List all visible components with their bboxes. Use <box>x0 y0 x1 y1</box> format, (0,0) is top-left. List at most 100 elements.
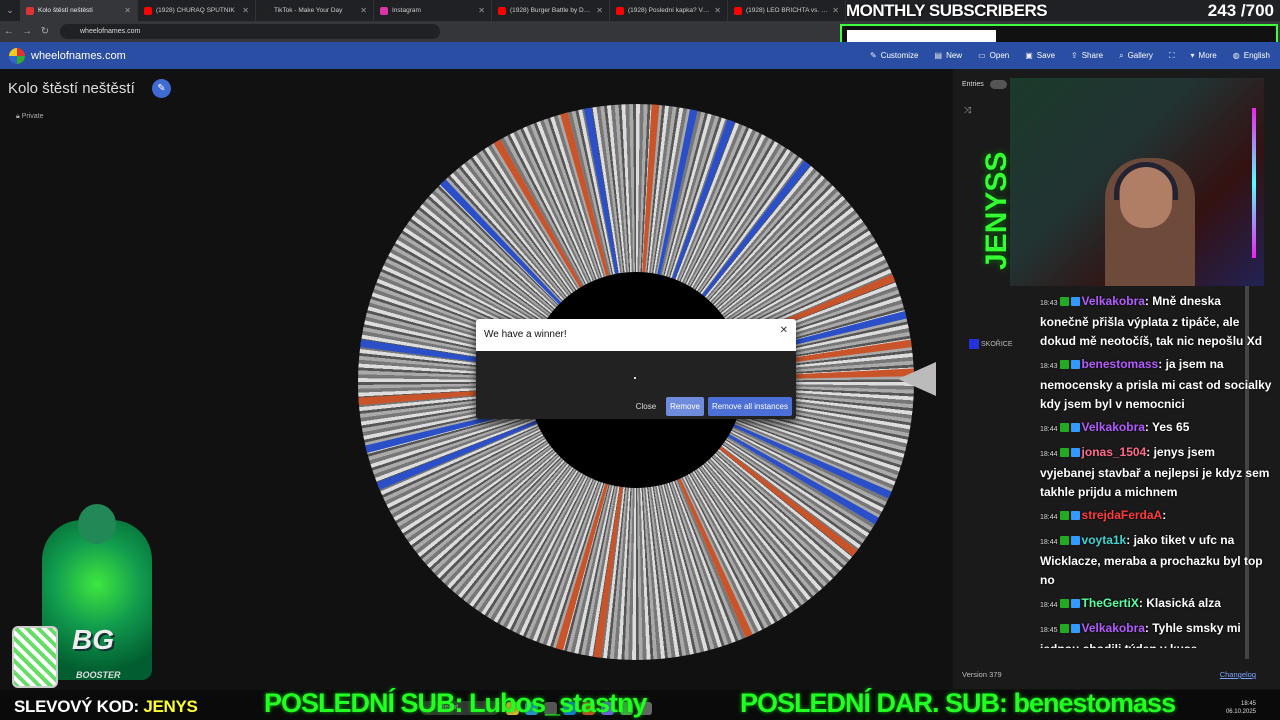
chat-time: 18:44 <box>1040 451 1058 458</box>
channel-logo-text: JENYSS <box>980 151 1013 270</box>
dialog-actions: Close Remove Remove all instances <box>630 397 792 416</box>
reload-icon[interactable]: ↻ <box>36 26 54 37</box>
menu-item-save[interactable]: ▣ Save <box>1025 51 1055 60</box>
menu-item-more[interactable]: ▾ More <box>1191 51 1217 60</box>
discount-code: JENYS <box>143 697 198 716</box>
chat-username[interactable]: Velkakobra <box>1082 294 1145 308</box>
browser-tab[interactable]: (1928) CHURAQ SPUTNIK ✕ <box>138 0 256 21</box>
tab-title: (1928) Poslední kapka? VEMOL <box>628 7 710 14</box>
chat-message: 18:44 jonas_1504: jenys jsem vyjebanej st… <box>1040 443 1272 502</box>
menu-item-label: Open <box>989 51 1010 60</box>
visibility-badge: 🔒︎ Private <box>16 113 43 121</box>
browser-tab[interactable]: (1928) Burger Battle by Dvouna ✕ <box>492 0 610 21</box>
shuffle-icon[interactable]: ⤨ <box>964 105 971 116</box>
tab-close-icon[interactable]: ✕ <box>242 6 249 15</box>
tab-favicon-icon <box>26 6 34 15</box>
badge-icon <box>1070 297 1080 306</box>
close-icon[interactable]: ✕ <box>780 325 788 336</box>
share-icon: ⇪ <box>1071 51 1078 60</box>
webcam-overlay <box>1010 78 1264 286</box>
tab-search-button[interactable]: ⌄ <box>0 0 20 21</box>
badge-icon <box>1059 624 1069 633</box>
tab-favicon-icon <box>144 6 152 15</box>
tab-favicon-icon <box>734 6 742 15</box>
menu-item-share[interactable]: ⇪ Share <box>1071 51 1103 60</box>
sponsor-mascot: BG BOOSTER <box>8 500 168 690</box>
badge-icon <box>1070 536 1080 545</box>
page-title: Kolo štěstí neštěstí <box>8 80 135 97</box>
subscriber-goal-fill <box>847 30 996 42</box>
browser-tab[interactable]: Instagram ✕ <box>374 0 492 21</box>
menu-item-label: English <box>1243 51 1270 60</box>
browser-tab[interactable]: (1928) LEO BRICHTA vs. JENYS✕ <box>728 0 846 21</box>
badge-icon <box>1059 448 1069 457</box>
screen: ⌄ Kolo štěstí neštěstí ✕ (1928) CHURAQ SPU… <box>0 0 1280 720</box>
menu-item-open[interactable]: ▭ Open <box>978 51 1009 60</box>
tab-close-icon[interactable]: ✕ <box>714 6 721 15</box>
badge-icon <box>1059 536 1069 545</box>
remove-button[interactable]: Remove <box>666 397 704 416</box>
visibility-label: Private <box>21 113 44 120</box>
channel-logo: JENYSS <box>972 80 1013 280</box>
version-label: Version 379 <box>962 670 1002 679</box>
close-button[interactable]: Close <box>630 399 662 414</box>
winner-text <box>634 377 636 379</box>
chat-username[interactable]: Velkakobra <box>1082 621 1145 635</box>
sponsor-logo: BG <box>72 624 114 655</box>
palette-icon: ✎ <box>870 51 877 60</box>
tab-close-icon[interactable]: ✕ <box>360 6 367 15</box>
subscriber-goal-count: 243 /700 <box>1208 1 1274 21</box>
supplement-jar <box>12 626 58 688</box>
tab-title: (1928) LEO BRICHTA vs. JENYS <box>746 7 829 14</box>
menu-item-gallery[interactable]: ⌕ Gallery <box>1119 51 1153 61</box>
tab-favicon-icon <box>616 6 624 15</box>
tab-close-icon[interactable]: ✕ <box>124 6 131 15</box>
tab-close-icon[interactable]: ✕ <box>832 6 839 15</box>
chat-username[interactable]: jonas_1504 <box>1082 445 1147 459</box>
chat-username[interactable]: voyta1k <box>1082 533 1127 547</box>
tab-close-icon[interactable]: ✕ <box>478 6 485 15</box>
menu-item-new[interactable]: ▤ New <box>935 51 963 60</box>
chat-message: 18:43 benestomass: ja jsem na nemocensky … <box>1040 355 1272 414</box>
tab-title: Kolo štěstí neštěstí <box>38 7 93 14</box>
chat-time: 18:43 <box>1040 363 1058 370</box>
menu-item-label: Save <box>1036 51 1056 60</box>
chat-overlay: 18:43 Velkakobra: Mně dneska konečně přiš… <box>1040 292 1272 648</box>
chat-time: 18:44 <box>1040 602 1058 609</box>
menu-item-label: Customize <box>880 51 919 60</box>
chat-message: 18:44 Velkakobra: Yes 65 <box>1040 418 1272 439</box>
app-header: wheelofnames.com ✎ Customize ▤ New ▭ Open ▣ Sav… <box>0 42 1280 69</box>
mascot-head <box>78 504 116 544</box>
tab-favicon-icon <box>262 6 270 15</box>
chat-username[interactable]: benestomass <box>1082 357 1159 371</box>
browser-tab[interactable]: TikTok - Make Your Day ✕ <box>256 0 374 21</box>
chat-username[interactable]: TheGertiX <box>1082 596 1139 610</box>
chat-username[interactable]: strejdaFerdaA <box>1082 508 1163 522</box>
browser-tab[interactable]: (1928) Poslední kapka? VEMOL ✕ <box>610 0 728 21</box>
edit-title-button[interactable]: ✎ <box>152 79 171 98</box>
forward-icon[interactable]: → <box>18 26 36 37</box>
menu-item-label: New <box>946 51 963 60</box>
site-logo-icon[interactable] <box>9 47 25 64</box>
browser-tab[interactable]: Kolo štěstí neštěstí ✕ <box>20 0 138 21</box>
site-name[interactable]: wheelofnames.com <box>31 50 126 62</box>
subscriber-goal: /700 <box>1240 1 1274 20</box>
entry-item[interactable]: SKOŘICE <box>981 341 1013 348</box>
back-icon[interactable]: ← <box>0 26 18 37</box>
badge-icon <box>1059 360 1069 369</box>
chat-text: : <box>1162 508 1167 522</box>
badge-icon <box>1070 511 1080 520</box>
remove-all-button[interactable]: Remove all instances <box>707 397 792 416</box>
system-tray[interactable]: 18:45 06.10.2025 <box>1226 700 1256 716</box>
url-input[interactable]: wheelofnames.com <box>60 24 440 39</box>
changelog-link[interactable]: Changelog <box>1220 670 1256 679</box>
chat-username[interactable]: Velkakobra <box>1082 420 1145 434</box>
last-sub-banner: POSLEDNÍ SUB: Lubos_stastny <box>264 688 648 718</box>
tab-close-icon[interactable]: ✕ <box>596 6 603 15</box>
menu-item-customize[interactable]: ✎ Customize <box>870 51 919 60</box>
menu-item-english[interactable]: ◍ English <box>1233 51 1270 60</box>
chat-time: 18:44 <box>1040 514 1058 521</box>
fullscreen-icon: ⛶ <box>1168 50 1175 60</box>
chat-message: 18:43 Velkakobra: Mně dneska konečně přiš… <box>1040 292 1272 351</box>
menu-item-fullscreen[interactable]: ⛶ <box>1169 51 1175 61</box>
